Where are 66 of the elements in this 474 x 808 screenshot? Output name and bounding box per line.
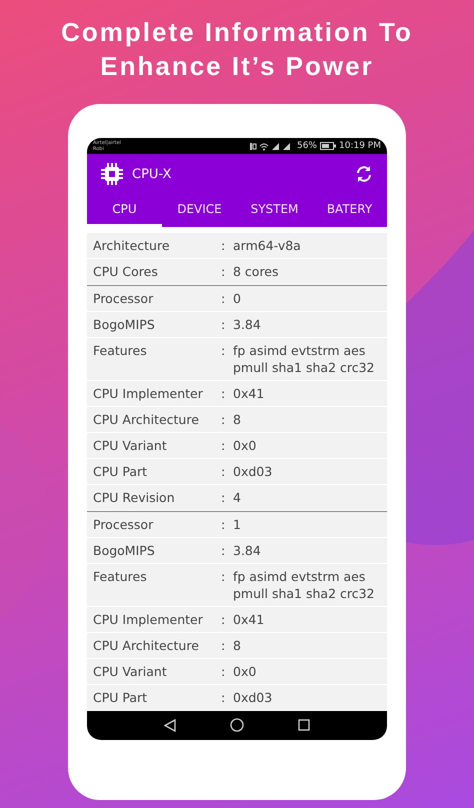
colon: : bbox=[221, 236, 226, 254]
row-label: CPU Implementer bbox=[93, 384, 204, 402]
row-value: 8 bbox=[233, 636, 242, 654]
back-icon[interactable] bbox=[164, 718, 176, 732]
row-value: 0x41 bbox=[233, 610, 266, 628]
row-label: Features bbox=[93, 568, 148, 584]
row-label: CPU Variant bbox=[93, 662, 168, 680]
colon: : bbox=[221, 316, 226, 332]
recents-icon[interactable] bbox=[298, 719, 310, 732]
colon: : bbox=[221, 488, 226, 506]
row-value: 0xd03 bbox=[233, 462, 274, 480]
row-value: 0x0 bbox=[233, 662, 258, 680]
row-label: Processor bbox=[93, 516, 154, 532]
row-value: 0xd03 bbox=[233, 688, 274, 706]
tab[interactable]: SYSTEM bbox=[237, 194, 312, 226]
row-label: CPU Variant bbox=[93, 436, 168, 454]
colon: : bbox=[221, 662, 226, 680]
colon: : bbox=[221, 384, 226, 402]
row-value: 3.84 bbox=[233, 316, 262, 332]
row-label: Processor bbox=[93, 290, 154, 306]
row-value: 3.84 bbox=[233, 542, 262, 558]
colon: : bbox=[221, 410, 226, 428]
colon: : bbox=[221, 542, 226, 558]
tab[interactable]: CPU bbox=[87, 194, 162, 226]
row-value: 0x41 bbox=[233, 384, 266, 402]
tab[interactable]: BATERY bbox=[312, 194, 387, 226]
colon: : bbox=[221, 462, 226, 480]
row-label: BogoMIPS bbox=[93, 542, 156, 558]
tab[interactable]: DEVICE bbox=[162, 194, 237, 226]
row-value: 8 bbox=[233, 410, 242, 428]
battery-icon bbox=[320, 142, 336, 150]
clock: 10:19 PM bbox=[339, 141, 381, 151]
row-label: CPU Cores bbox=[93, 262, 159, 280]
row-label: CPU Part bbox=[93, 462, 148, 480]
headline: Enhance It’s Power bbox=[100, 50, 374, 82]
home-icon[interactable] bbox=[230, 718, 244, 732]
colon: : bbox=[221, 636, 226, 654]
colon: : bbox=[221, 342, 226, 358]
row-value: 1 bbox=[233, 516, 242, 532]
row-value: fp asimd evtstrm aes pmull sha1 sha2 crc32 bbox=[233, 568, 376, 602]
colon: : bbox=[221, 436, 226, 454]
colon: : bbox=[221, 610, 226, 628]
app-title: CPU-X bbox=[132, 166, 172, 182]
refresh-icon[interactable] bbox=[355, 165, 373, 184]
chip-icon bbox=[101, 163, 123, 186]
colon: : bbox=[221, 290, 226, 306]
row-value: 0x0 bbox=[233, 436, 258, 454]
row-value: 0 bbox=[233, 290, 242, 306]
row-label: CPU Part bbox=[93, 688, 148, 706]
row-label: BogoMIPS bbox=[93, 316, 156, 332]
headline: Complete Information To bbox=[61, 16, 413, 48]
colon: : bbox=[221, 688, 226, 706]
colon: : bbox=[221, 262, 226, 280]
row-value: 4 bbox=[233, 488, 242, 506]
colon: : bbox=[221, 568, 226, 584]
row-label: CPU Implementer bbox=[93, 610, 204, 628]
row-label: CPU Architecture bbox=[93, 636, 200, 654]
row-value: 8 cores bbox=[233, 262, 280, 280]
battery-percent: 56% bbox=[296, 141, 317, 151]
row-label: CPU Revision bbox=[93, 488, 176, 506]
row-label: Features bbox=[93, 342, 148, 358]
row-value: arm64-v8a bbox=[233, 236, 302, 254]
row-label: CPU Architecture bbox=[93, 410, 200, 428]
row-value: fp asimd evtstrm aes pmull sha1 sha2 crc32 bbox=[233, 342, 376, 376]
row-label: Architecture bbox=[93, 236, 171, 254]
colon: : bbox=[221, 516, 226, 532]
